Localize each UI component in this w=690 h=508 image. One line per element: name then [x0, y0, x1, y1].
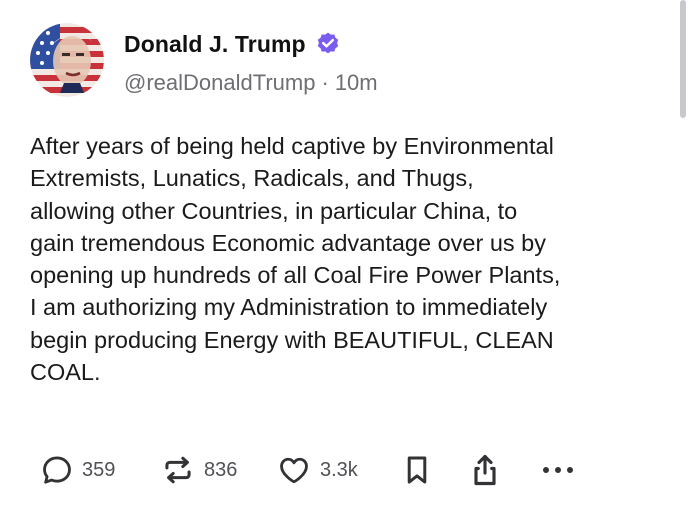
post-body-line: After years of being held captive by Env… — [30, 133, 554, 159]
post-meta: @realDonaldTrump · 10m — [124, 70, 378, 96]
post-body-line: COAL. — [30, 359, 101, 386]
heart-icon — [276, 453, 312, 487]
comment-icon — [40, 453, 74, 487]
repost-count: 836 — [204, 458, 238, 481]
author-name-row: Donald J. Trump — [124, 29, 341, 59]
author-display-name[interactable]: Donald J. Trump — [124, 31, 306, 58]
meta-separator: · — [321, 70, 329, 95]
more-options-button[interactable] — [540, 448, 576, 492]
share-icon — [470, 452, 500, 488]
post-body-line: I am authorizing my Administration to im… — [30, 294, 548, 321]
bookmark-icon — [402, 453, 432, 487]
repost-button[interactable]: 836 — [160, 448, 237, 492]
verified-badge-icon — [315, 31, 341, 57]
post-timestamp[interactable]: 10m — [335, 70, 378, 96]
author-handle[interactable]: @realDonaldTrump — [124, 70, 315, 96]
reply-button[interactable]: 359 — [40, 448, 115, 492]
more-icon — [540, 464, 576, 476]
scrollbar[interactable] — [680, 0, 686, 118]
post-body-line: opening up hundreds of all Coal Fire Pow… — [30, 262, 561, 289]
like-count: 3.3k — [320, 458, 358, 481]
avatar-image — [30, 23, 104, 97]
post-body-line: Extremists, Lunatics, Radicals, and Thug… — [30, 165, 474, 192]
post-body-line: begin producing Energy with BEAUTIFUL, C… — [30, 326, 554, 353]
bookmark-button[interactable] — [402, 448, 432, 492]
like-button[interactable]: 3.3k — [276, 448, 358, 492]
action-bar: 359 836 3.3k — [40, 448, 680, 492]
post-body-line: allowing other Countries, in particular … — [30, 197, 518, 224]
post-card: Donald J. Trump @realDonaldTrump · 10m A… — [0, 0, 690, 508]
repost-icon — [160, 453, 196, 487]
avatar[interactable] — [30, 23, 104, 97]
post-body-line: gain tremendous Economic advantage over … — [30, 229, 547, 256]
reply-count: 359 — [82, 458, 116, 481]
share-button[interactable] — [470, 448, 500, 492]
post-body: After years of being held captive by Env… — [30, 130, 670, 388]
